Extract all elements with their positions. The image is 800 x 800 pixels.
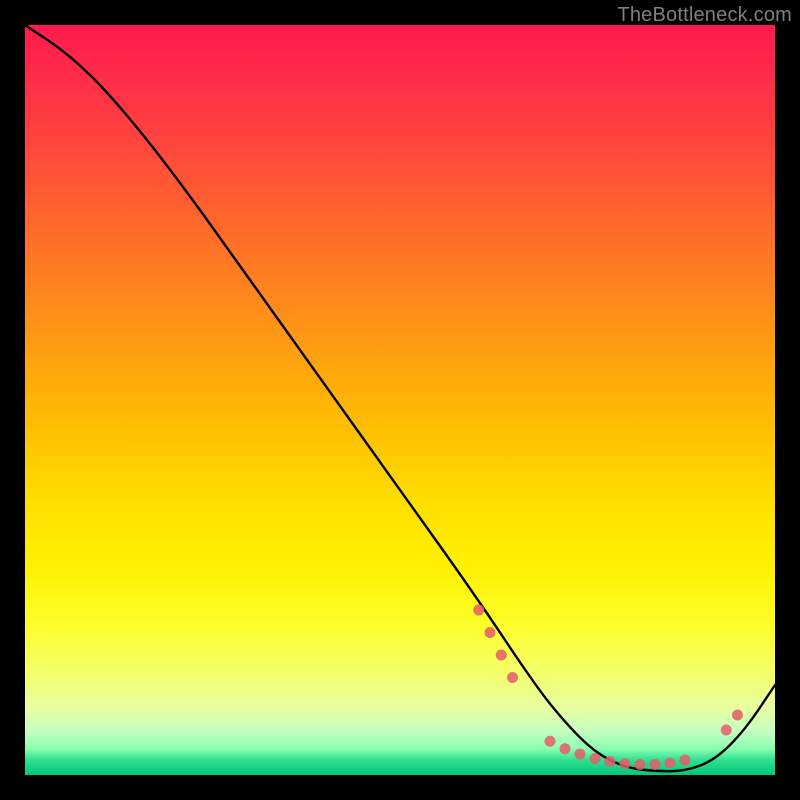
data-point-marker <box>496 650 507 661</box>
data-point-marker <box>485 627 496 638</box>
data-point-marker <box>620 758 631 769</box>
watermark-text: TheBottleneck.com <box>617 4 792 27</box>
chart-frame: TheBottleneck.com <box>0 0 800 800</box>
data-point-marker <box>560 743 571 754</box>
data-point-marker <box>721 725 732 736</box>
data-point-marker <box>507 672 518 683</box>
data-point-marker <box>650 759 661 770</box>
data-point-marker <box>590 753 601 764</box>
data-point-marker <box>605 756 616 767</box>
data-point-marker <box>635 759 646 770</box>
data-point-marker <box>732 710 743 721</box>
data-point-marker <box>473 605 484 616</box>
data-point-marker <box>575 749 586 760</box>
data-point-marker <box>680 755 691 766</box>
bottleneck-curve-path <box>25 25 775 771</box>
bottleneck-curve-svg <box>25 25 775 775</box>
data-point-marker <box>665 758 676 769</box>
data-point-markers <box>473 605 743 771</box>
data-point-marker <box>545 736 556 747</box>
gradient-plot-area <box>25 25 775 775</box>
